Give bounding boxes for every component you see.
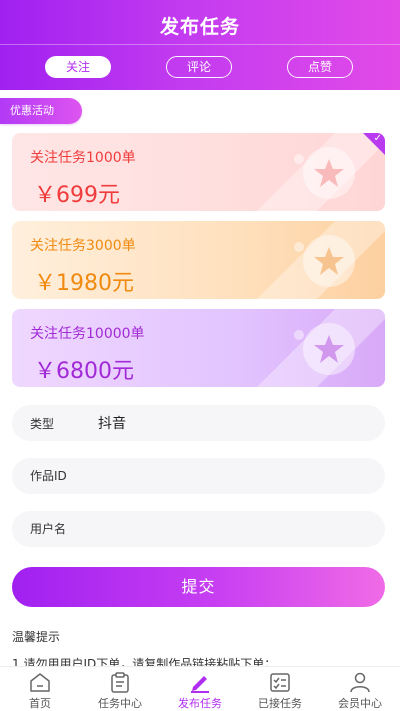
nav-label: 任务中心: [98, 697, 142, 710]
package-name: 关注任务3000单: [30, 238, 136, 254]
package-name: 关注任务10000单: [30, 326, 145, 342]
task-center-icon: [111, 672, 129, 693]
package-price: ￥1980元: [34, 271, 134, 296]
star-bubble-icon: [294, 147, 355, 199]
package-card-3000[interactable]: 关注任务3000单 ￥1980元: [12, 221, 385, 299]
nav-accepted-tasks[interactable]: 已接任务: [240, 667, 320, 710]
package-card-10000[interactable]: 关注任务10000单 ￥6800元: [12, 309, 385, 387]
submit-button[interactable]: 提交: [12, 567, 385, 607]
tab-comment[interactable]: 评论: [166, 56, 232, 78]
check-icon: ✓: [373, 133, 382, 144]
nav-member-center[interactable]: 会员中心: [320, 667, 400, 710]
header: 发布任务 关注 评论 点赞: [0, 0, 400, 90]
package-name: 关注任务1000单: [30, 150, 136, 166]
work-id-input[interactable]: [30, 458, 370, 494]
type-label: 类型: [30, 417, 55, 431]
package-price: ￥6800元: [34, 359, 134, 384]
nav-label: 会员中心: [338, 697, 382, 710]
package-card-1000[interactable]: 关注任务1000单 ￥699元 ✓: [12, 133, 385, 211]
nav-home[interactable]: 首页: [0, 667, 80, 710]
star-bubble-icon: [294, 323, 355, 375]
promo-badge: 优惠活动: [0, 98, 82, 124]
nav-publish[interactable]: 发布任务: [160, 667, 240, 710]
header-divider: [0, 44, 400, 45]
accepted-tasks-icon: [270, 673, 290, 692]
bottom-nav: 首页 任务中心 发布任务 已接任务 会员中心: [0, 666, 400, 710]
nav-label: 已接任务: [258, 697, 302, 710]
page-title: 发布任务: [159, 16, 240, 38]
publish-icon: [191, 676, 209, 693]
username-field[interactable]: [12, 511, 385, 547]
work-id-field[interactable]: [12, 458, 385, 494]
member-center-icon: [350, 672, 370, 693]
nav-label: 首页: [29, 697, 51, 710]
type-select[interactable]: 类型 抖音: [12, 405, 385, 441]
type-value: 抖音: [98, 416, 126, 432]
star-bubble-icon: [294, 235, 355, 287]
notice-title: 温馨提示: [12, 630, 61, 644]
username-input[interactable]: [30, 511, 370, 547]
package-price: ￥699元: [34, 183, 120, 208]
tab-like[interactable]: 点赞: [287, 56, 353, 78]
home-icon: [30, 673, 50, 692]
nav-task-center[interactable]: 任务中心: [80, 667, 160, 710]
nav-label: 发布任务: [178, 697, 222, 710]
tab-follow[interactable]: 关注: [45, 56, 111, 78]
